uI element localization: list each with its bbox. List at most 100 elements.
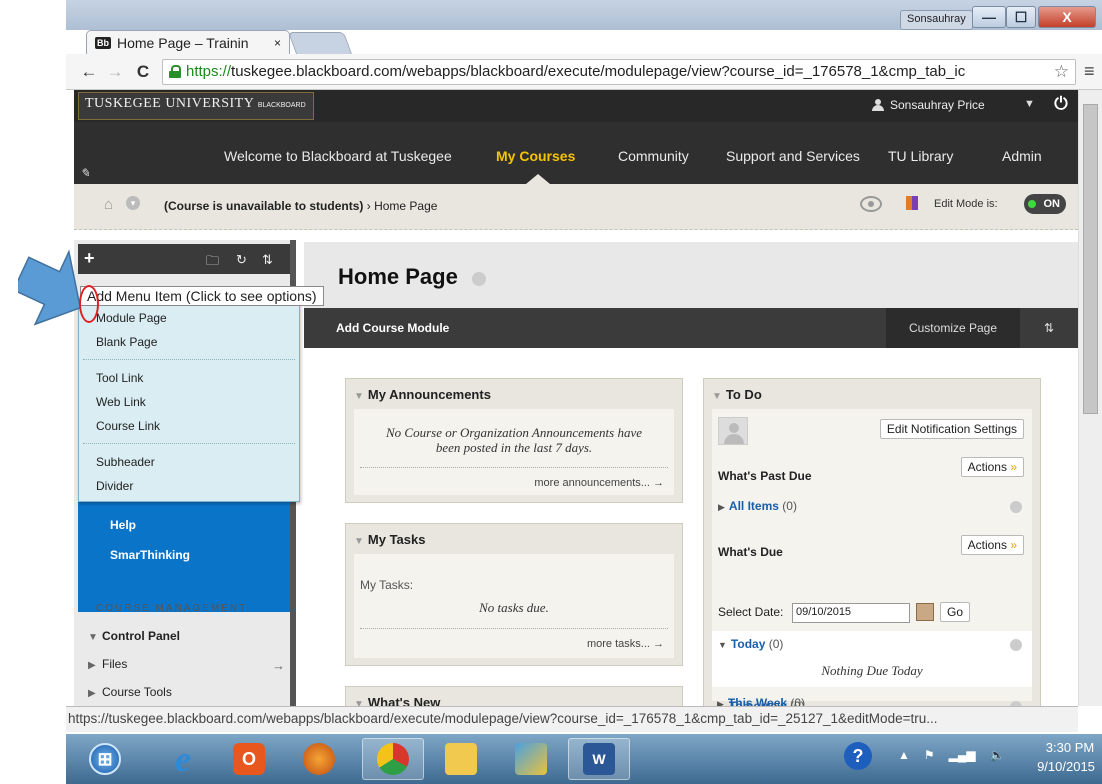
cm-item-label: Course Tools	[102, 685, 172, 699]
course-status[interactable]: (Course is unavailable to students)	[164, 199, 363, 213]
dotted-divider	[360, 467, 668, 468]
customize-page-button[interactable]: Customize Page	[886, 308, 1020, 348]
maximize-button[interactable]: ☐	[1006, 6, 1036, 28]
forward-arrow-icon[interactable]: →	[104, 62, 126, 82]
collapse-triangle-icon[interactable]: ▼	[354, 391, 364, 402]
module-header[interactable]: ▼ To Do	[712, 387, 762, 402]
menu-item-tool-link[interactable]: Tool Link	[96, 371, 143, 385]
theme-palette-icon[interactable]	[906, 196, 918, 210]
back-arrow-icon[interactable]: ←	[78, 62, 100, 82]
go-button[interactable]: Go	[940, 602, 971, 622]
taskbar-chrome[interactable]	[362, 738, 424, 780]
collapse-triangle-icon[interactable]: ▼	[354, 536, 364, 547]
windows-start-orb-icon: ⊞	[89, 743, 121, 775]
help-icon[interactable]: ?	[844, 742, 872, 770]
more-tasks-link[interactable]: more tasks... →	[587, 638, 664, 650]
menu-item-blank-page[interactable]: Blank Page	[96, 335, 157, 349]
calendar-icon[interactable]	[916, 603, 934, 621]
taskbar-internet-explorer[interactable]: e	[152, 738, 214, 780]
reorder-icon[interactable]: ⇅	[262, 252, 273, 268]
start-button[interactable]: ⊞	[74, 738, 136, 780]
flag-icon[interactable]: ⚑	[924, 748, 935, 762]
page-title-options-icon[interactable]	[472, 272, 486, 286]
tab-my-courses[interactable]: My Courses	[496, 148, 575, 164]
browser-tab[interactable]: Bb Home Page – Trainin ×	[86, 30, 290, 54]
menu-divider	[83, 443, 295, 444]
edit-notification-settings-button[interactable]: Edit Notification Settings	[879, 419, 1024, 439]
collapse-triangle-icon[interactable]: ▼	[712, 391, 722, 402]
actions-button-past-due[interactable]: Actions »	[960, 457, 1024, 477]
row-options-icon[interactable]	[1010, 639, 1022, 651]
cm-item-label: Files	[102, 657, 128, 671]
edit-mode-toggle[interactable]: ON	[1024, 194, 1066, 214]
folder-view-icon[interactable]: 🗀	[206, 252, 219, 274]
browser-menu-icon[interactable]: ≡	[1084, 61, 1095, 82]
add-course-module-button[interactable]: Add Course Module	[336, 321, 449, 335]
course-link-help[interactable]: Help	[110, 518, 136, 532]
user-menu-caret-icon[interactable]: ▼	[1024, 98, 1035, 110]
past-due-all-items[interactable]: ▶ All Items (0)	[718, 499, 797, 513]
module-header[interactable]: ▼ My Tasks	[354, 532, 425, 547]
edit-pencil-icon[interactable]: ✎	[80, 166, 90, 180]
window-user-badge[interactable]: Sonsauhray	[900, 10, 973, 30]
tab-support-and-services[interactable]: Support and Services	[726, 148, 860, 164]
chevron-down-icon: »	[1010, 460, 1017, 474]
menu-item-module-page[interactable]: Module Page	[96, 311, 167, 325]
new-tab-button[interactable]	[287, 32, 353, 54]
annotation-arrow-icon	[18, 249, 82, 326]
clock-date[interactable]: 9/10/2015	[1032, 759, 1100, 774]
tab-tu-library[interactable]: TU Library	[888, 148, 953, 164]
module-header[interactable]: ▼ My Announcements	[354, 387, 491, 402]
taskbar-windows-app[interactable]	[500, 738, 562, 780]
clock-time[interactable]: 3:30 PM	[1040, 740, 1100, 755]
tray-expand-icon[interactable]: ▲	[898, 748, 910, 762]
student-preview-eye-icon[interactable]	[860, 196, 882, 212]
page-scrollbar[interactable]	[1078, 90, 1102, 706]
network-signal-icon[interactable]: ▂▄▆	[949, 748, 976, 762]
tab-admin[interactable]: Admin	[1002, 148, 1042, 164]
menu-item-subheader[interactable]: Subheader	[96, 455, 155, 469]
course-link-smarthinking[interactable]: SmarThinking	[110, 548, 190, 562]
home-icon[interactable]: ⌂	[104, 196, 113, 213]
more-announcements-link[interactable]: more announcements... →	[534, 477, 664, 489]
tab-welcome[interactable]: Welcome to Blackboard at Tuskegee	[224, 148, 452, 164]
minimize-button[interactable]: —	[972, 6, 1006, 28]
tab-community[interactable]: Community	[618, 148, 689, 164]
control-panel-toggle[interactable]: ▼ Control Panel	[88, 629, 180, 643]
speaker-icon[interactable]: 🔈	[990, 748, 1005, 762]
url-input[interactable]: https://tuskegee.blackboard.com/webapps/…	[162, 58, 1076, 85]
menu-item-course-link[interactable]: Course Link	[96, 419, 160, 433]
control-panel-label: Control Panel	[102, 629, 181, 643]
taskbar-firefox[interactable]	[288, 738, 350, 780]
word-icon: W	[583, 743, 615, 775]
reload-icon[interactable]: C	[132, 62, 154, 82]
menu-item-web-link[interactable]: Web Link	[96, 395, 146, 409]
tab-close-icon[interactable]: ×	[274, 36, 281, 50]
close-button[interactable]: X	[1038, 6, 1096, 28]
bookmark-star-icon[interactable]: ☆	[1054, 62, 1069, 82]
select-date-label: Select Date:	[718, 605, 784, 619]
actions-button-due[interactable]: Actions »	[960, 535, 1024, 555]
breadcrumb-separator: ›	[366, 199, 371, 213]
this-week-toggle[interactable]: ▶ This Week (0)	[717, 696, 805, 706]
nothing-due-today-text: Nothing Due Today	[821, 663, 923, 678]
taskbar-powerpoint[interactable]: O	[218, 738, 280, 780]
today-toggle[interactable]: ▼ Today (0)	[718, 637, 783, 651]
user-menu[interactable]: Sonsauhray Price	[872, 98, 985, 112]
home-caret-icon[interactable]: ▾	[126, 196, 140, 210]
add-menu-item-tooltip: Add Menu Item (Click to see options)	[80, 286, 324, 306]
logout-power-icon[interactable]: ⏻	[1050, 94, 1072, 116]
taskbar-word[interactable]: W	[568, 738, 630, 780]
page-scrollbar-thumb[interactable]	[1083, 104, 1098, 414]
taskbar-file-explorer[interactable]	[430, 738, 492, 780]
refresh-icon[interactable]: ↻	[236, 252, 247, 268]
date-input[interactable]: 09/10/2015	[792, 603, 910, 623]
cm-item-course-tools[interactable]: ▶ Course Tools	[88, 685, 172, 699]
files-arrow-icon[interactable]: →	[272, 658, 285, 673]
cm-item-files[interactable]: ▶ Files	[88, 657, 127, 671]
collapsed-triangle-icon: ▶	[88, 688, 96, 699]
university-logo[interactable]: TUSKEGEE UNIVERSITY BLACKBOARD	[78, 92, 314, 120]
reorder-modules-icon[interactable]: ⇅	[1044, 321, 1054, 335]
row-options-icon[interactable]	[1010, 501, 1022, 513]
menu-item-divider[interactable]: Divider	[96, 479, 133, 493]
